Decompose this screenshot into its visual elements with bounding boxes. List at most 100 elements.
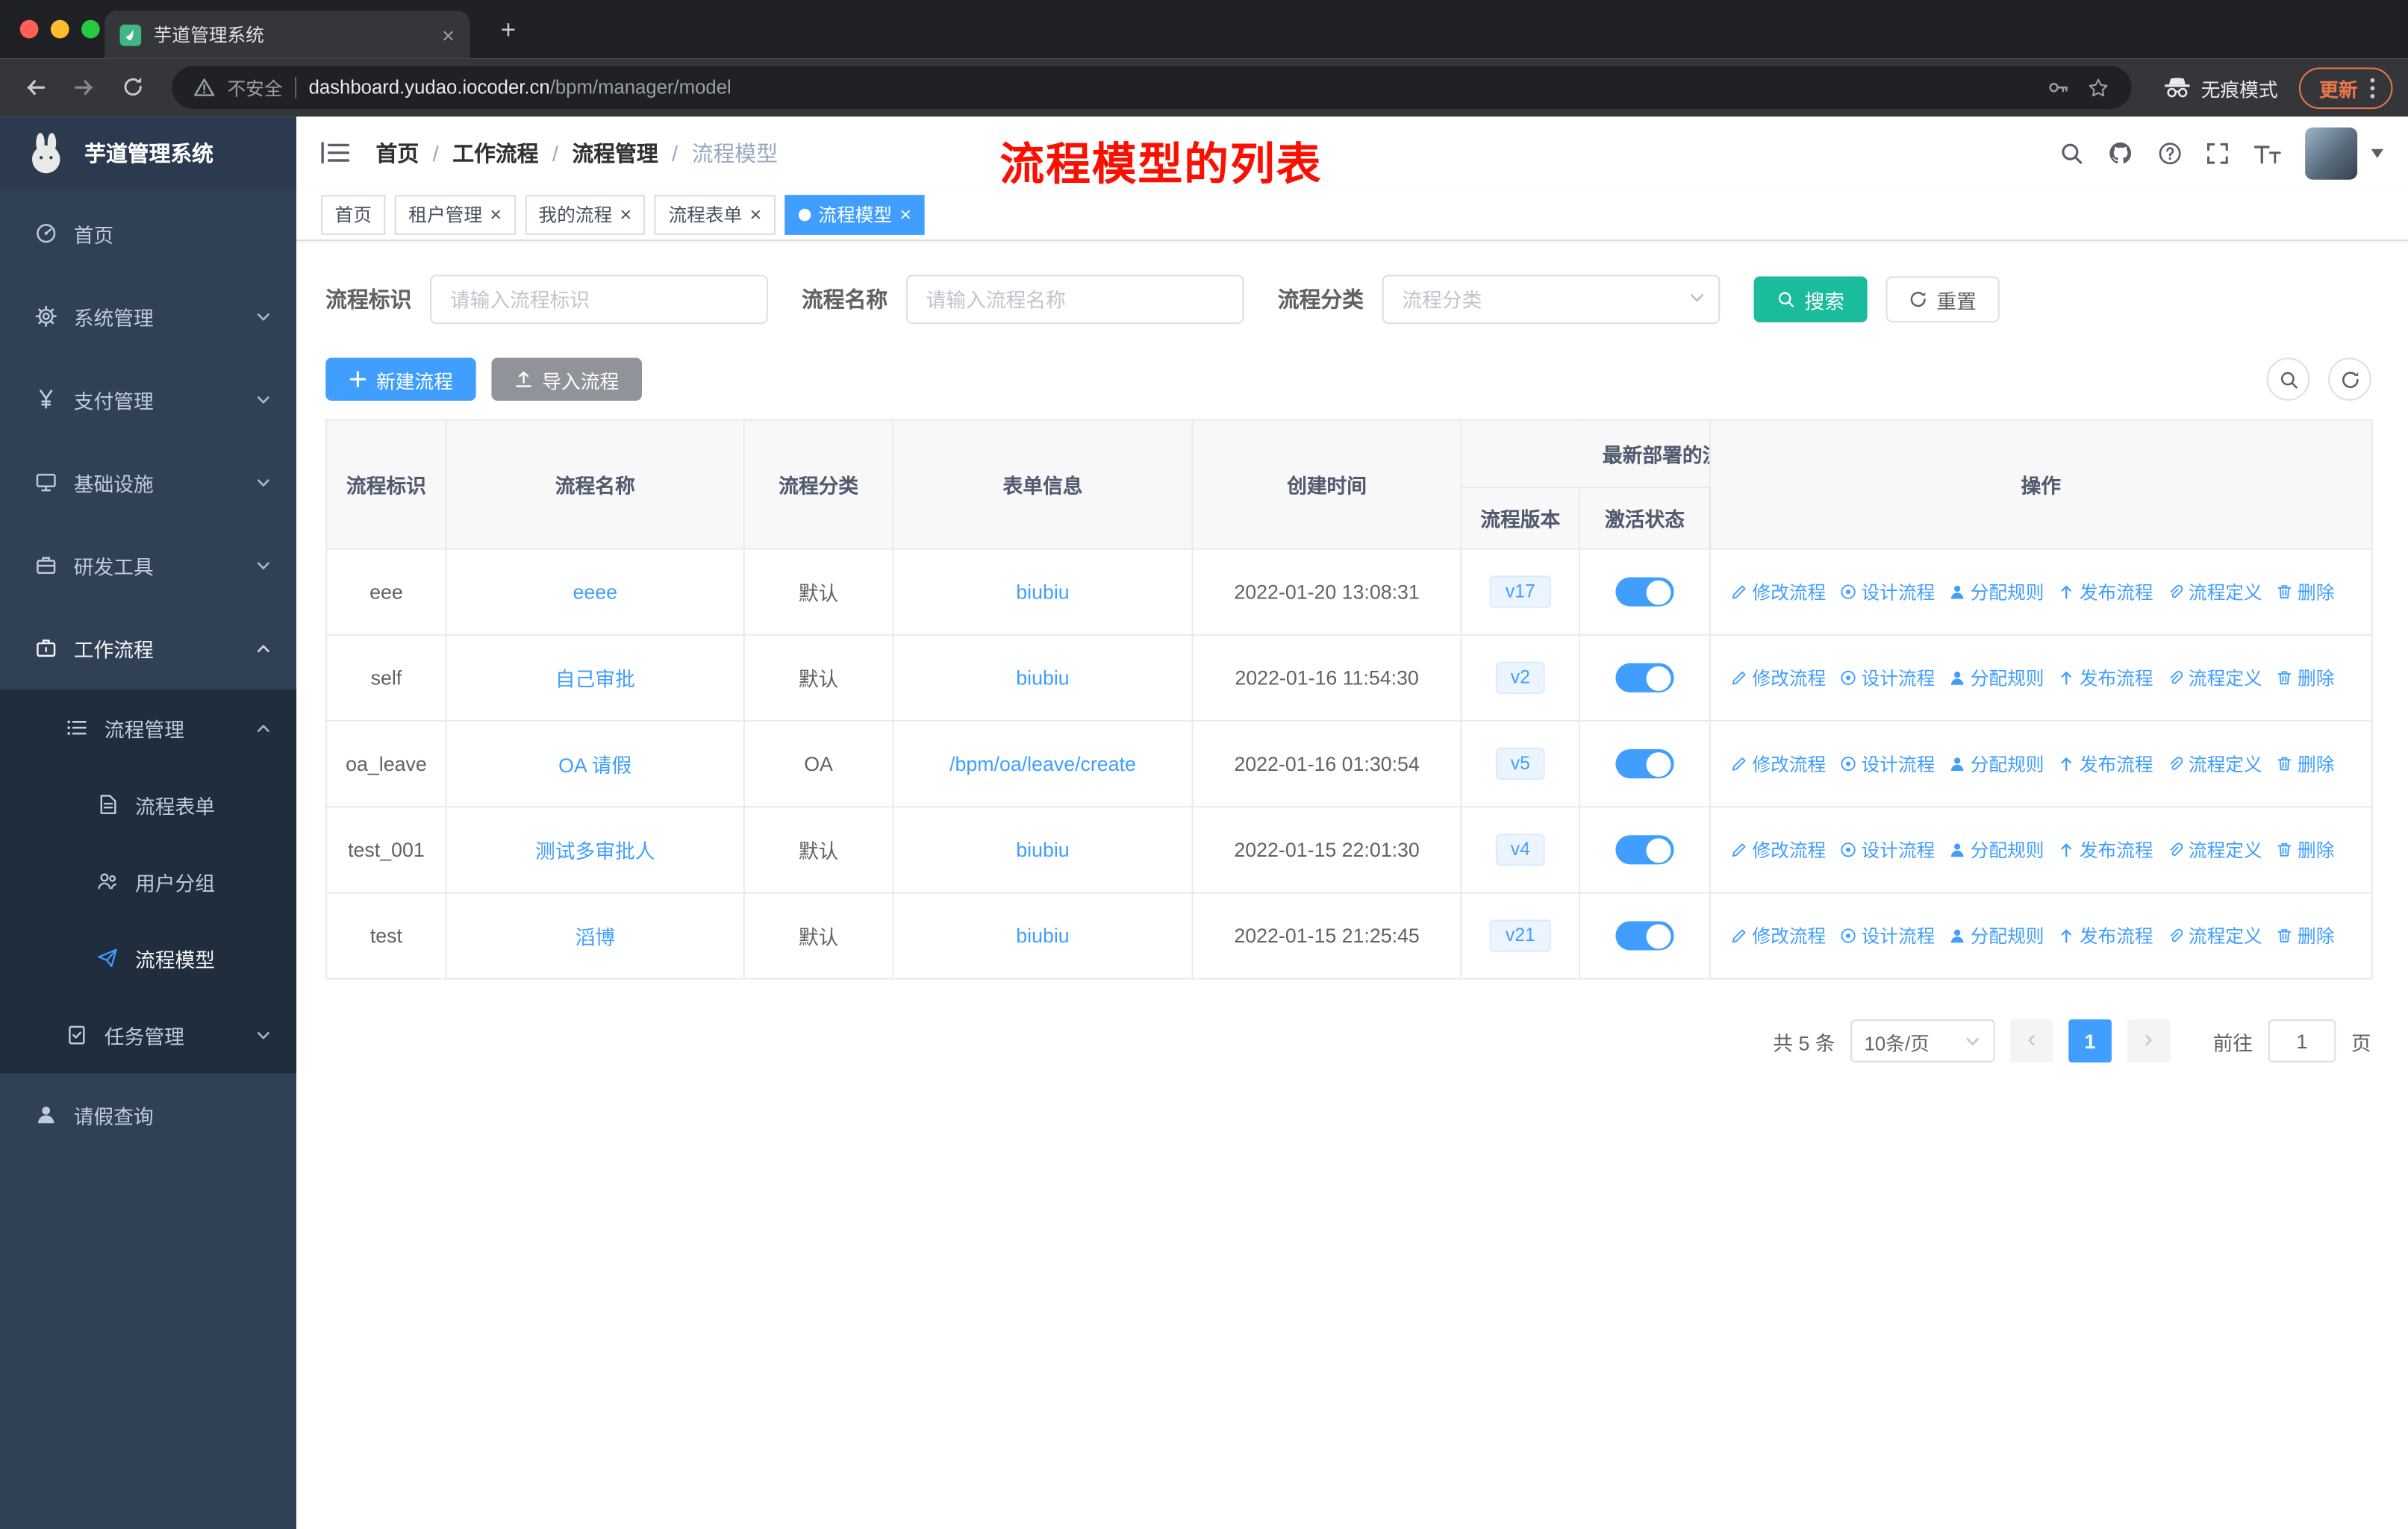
nav-tag[interactable]: 租户管理 × [394,194,516,234]
collapse-sidebar-icon[interactable] [321,141,350,164]
process-name-link[interactable]: 滔博 [575,926,615,949]
active-toggle[interactable] [1615,921,1674,951]
action-definition-link[interactable]: 流程定义 [2167,751,2262,777]
action-publish-link[interactable]: 发布流程 [2058,665,2153,691]
page-size-select[interactable]: 10条/页 [1850,1019,1995,1063]
action-assign-link[interactable]: 分配规则 [1949,922,2044,948]
action-delete-link[interactable]: 删除 [2276,579,2334,605]
breadcrumb-item[interactable]: 工作流程 [452,137,538,168]
active-toggle[interactable] [1615,749,1674,779]
nav-tag[interactable]: 我的流程 × [524,194,646,234]
action-design-link[interactable]: 设计流程 [1840,579,1935,605]
current-page[interactable]: 1 [2068,1019,2112,1063]
action-edit-link[interactable]: 修改流程 [1731,579,1826,605]
nav-tag[interactable]: 流程模型 × [785,194,926,234]
form-info-link[interactable]: biubiu [1016,581,1069,604]
action-edit-link[interactable]: 修改流程 [1731,922,1826,948]
prev-page-button[interactable]: ‹ [2010,1019,2053,1063]
active-toggle[interactable] [1615,663,1674,692]
action-definition-link[interactable]: 流程定义 [2167,922,2262,948]
action-delete-link[interactable]: 删除 [2276,665,2334,691]
help-icon[interactable] [2157,140,2182,165]
github-icon[interactable] [2107,140,2134,166]
sidebar-item[interactable]: 支付管理 [0,357,296,440]
sidebar-item[interactable]: 任务管理 [0,996,297,1074]
sidebar-item[interactable]: 用户分组 [0,842,297,920]
sidebar-item[interactable]: 工作流程 [0,607,296,690]
back-icon[interactable] [16,68,55,107]
menu-dots-icon[interactable] [2370,76,2376,99]
action-delete-link[interactable]: 删除 [2276,837,2334,863]
tab-close-icon[interactable]: × [442,22,455,47]
action-assign-link[interactable]: 分配规则 [1949,665,2044,691]
window-close-button[interactable] [19,19,39,39]
sidebar-item[interactable]: 系统管理 [0,275,296,357]
category-select-input[interactable] [1382,275,1721,325]
sidebar-item[interactable]: 流程模型 [0,919,297,997]
form-info-link[interactable]: /bpm/oa/leave/create [949,752,1136,775]
font-size-icon[interactable] [2253,140,2282,165]
active-toggle[interactable] [1615,577,1674,607]
sidebar-item[interactable]: 首页 [0,192,296,275]
show-search-button[interactable] [2266,357,2310,401]
process-name-link[interactable]: 自己审批 [555,668,635,691]
fullscreen-icon[interactable] [2205,140,2230,165]
browser-tab[interactable]: 芋道管理系统 × [104,10,470,59]
create-process-button[interactable]: 新建流程 [325,357,476,401]
new-tab-button[interactable]: + [491,14,525,48]
action-design-link[interactable]: 设计流程 [1840,751,1935,777]
window-zoom-button[interactable] [81,19,100,39]
address-bar[interactable]: 不安全 dashboard.yudao.iocoder.cn/bpm/manag… [172,66,2132,110]
user-avatar[interactable] [2305,126,2358,179]
sidebar-item[interactable]: 基础设施 [0,440,296,523]
close-icon[interactable]: × [490,204,502,225]
action-edit-link[interactable]: 修改流程 [1731,837,1826,863]
search-button[interactable]: 搜索 [1753,276,1868,323]
process-name-link[interactable]: 测试多审批人 [535,839,655,863]
action-publish-link[interactable]: 发布流程 [2058,922,2153,948]
action-assign-link[interactable]: 分配规则 [1949,579,2044,605]
reload-icon[interactable] [113,68,153,107]
nav-tag[interactable]: 流程表单 × [654,194,776,234]
forward-icon[interactable] [64,68,104,107]
breadcrumb-item[interactable]: 流程管理 [572,137,658,168]
action-definition-link[interactable]: 流程定义 [2167,665,2262,691]
process-id-input[interactable] [430,275,768,325]
process-name-input[interactable] [905,275,1244,325]
action-delete-link[interactable]: 删除 [2276,751,2334,777]
nav-tag[interactable]: 首页 [320,194,386,234]
action-assign-link[interactable]: 分配规则 [1949,837,2044,863]
goto-page-input[interactable] [2268,1019,2336,1063]
search-icon[interactable] [2059,140,2084,165]
action-publish-link[interactable]: 发布流程 [2058,751,2153,777]
close-icon[interactable]: × [750,204,762,225]
reset-button[interactable]: 重置 [1885,276,2000,323]
process-name-link[interactable]: eeee [573,581,617,604]
process-name-link[interactable]: OA 请假 [558,754,631,777]
action-publish-link[interactable]: 发布流程 [2058,837,2153,863]
action-design-link[interactable]: 设计流程 [1840,665,1935,691]
action-design-link[interactable]: 设计流程 [1840,922,1935,948]
sidebar-item[interactable]: 请假查询 [0,1073,296,1156]
action-design-link[interactable]: 设计流程 [1840,837,1935,863]
form-info-link[interactable]: biubiu [1016,838,1069,861]
refresh-table-button[interactable] [2328,357,2371,401]
action-publish-link[interactable]: 发布流程 [2058,579,2153,605]
sidebar-item[interactable]: 研发工具 [0,524,296,607]
close-icon[interactable]: × [899,204,911,225]
sidebar-item[interactable]: 流程表单 [0,766,297,843]
sidebar-item[interactable]: 流程管理 [0,689,297,766]
form-info-link[interactable]: biubiu [1016,666,1069,690]
next-page-button[interactable]: › [2127,1019,2171,1063]
close-icon[interactable]: × [620,204,631,225]
breadcrumb-item[interactable]: 首页 [376,137,419,168]
star-icon[interactable] [2087,76,2109,99]
active-toggle[interactable] [1615,835,1674,865]
key-icon[interactable] [2047,77,2069,99]
action-assign-link[interactable]: 分配规则 [1949,751,2044,777]
action-delete-link[interactable]: 删除 [2276,922,2334,948]
update-button[interactable]: 更新 [2299,66,2393,109]
category-select[interactable] [1382,275,1721,325]
app-logo[interactable]: 芋道管理系统 [0,116,297,190]
form-info-link[interactable]: biubiu [1016,925,1069,948]
